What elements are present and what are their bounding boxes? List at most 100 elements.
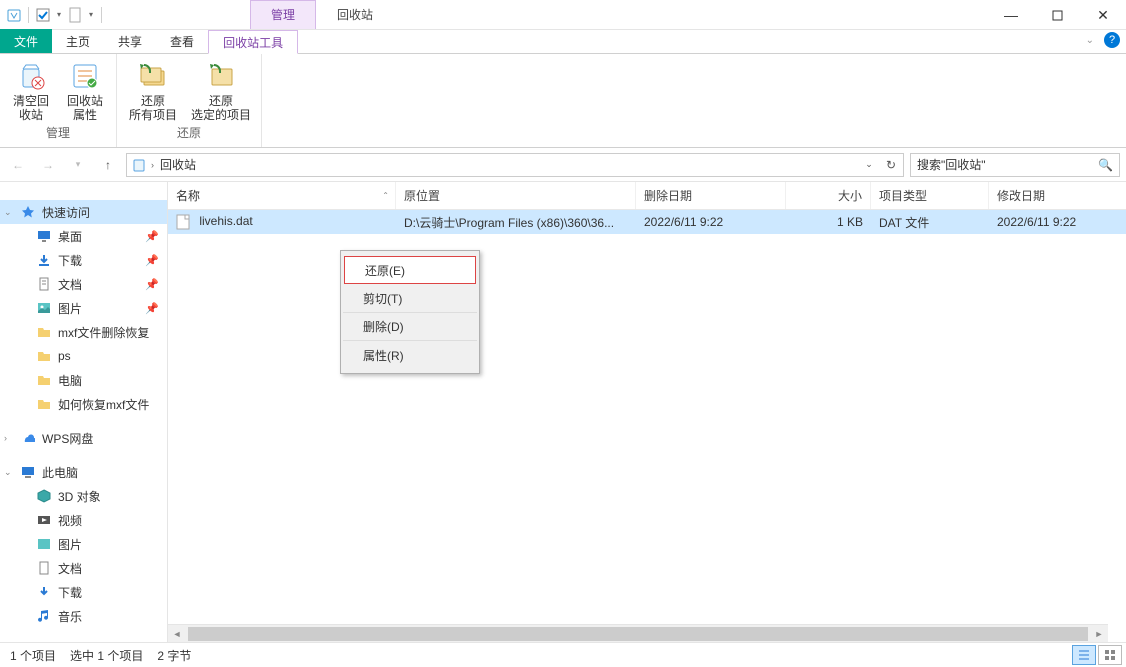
sidebar-item-downloads[interactable]: 下载📌 [0,248,167,272]
tab-recycle-tools[interactable]: 回收站工具 [208,30,298,54]
col-name[interactable]: 名称⌃ [168,182,396,209]
nav-forward-button[interactable]: → [36,153,60,177]
refresh-icon[interactable]: ↻ [881,155,901,175]
file-icon [176,214,192,230]
tab-file[interactable]: 文件 [0,29,52,53]
chevron-down-icon[interactable]: ⌄ [4,207,12,218]
address-root-icon[interactable]: › [131,157,154,173]
sidebar-item-folder[interactable]: ps [0,344,167,368]
sidebar-item-pictures[interactable]: 图片 [0,532,167,556]
chevron-right-icon[interactable]: › [151,160,154,170]
window-controls: — ✕ [988,0,1126,30]
scroll-thumb[interactable] [188,627,1088,641]
status-bar: 1 个项目 选中 1 个项目 2 字节 [0,642,1126,667]
sidebar-quick-access[interactable]: ⌄ 快速访问 [0,200,167,224]
sidebar-item-folder[interactable]: mxf文件删除恢复 [0,320,167,344]
restore-selected-button[interactable]: 还原选定的项目 [189,58,253,122]
sidebar-item-folder[interactable]: 电脑 [0,368,167,392]
sidebar-item-pictures[interactable]: 图片📌 [0,296,167,320]
nav-up-button[interactable]: ↑ [96,153,120,177]
sidebar-item-music[interactable]: 音乐 [0,604,167,628]
content-area: ⌄ 快速访问 桌面📌 下载📌 文档📌 图片📌 mxf文件删除恢复 ps 电脑 如… [0,182,1126,642]
star-icon [20,204,36,220]
sidebar-item-downloads[interactable]: 下载 [0,580,167,604]
cell-mod-date: 2022/6/11 9:22 [989,215,1126,229]
sidebar-item-3d[interactable]: 3D 对象 [0,484,167,508]
document-icon [36,560,52,576]
checkbox-checked-icon[interactable] [35,7,51,23]
sidebar-item-label: 视频 [58,512,82,529]
breadcrumb-segment[interactable]: 回收站 [160,156,196,173]
pin-icon[interactable]: 📌 [145,254,159,267]
tab-share[interactable]: 共享 [104,29,156,53]
chevron-down-icon[interactable]: ⌄ [4,467,12,478]
pin-icon[interactable]: 📌 [145,230,159,243]
folder-icon [36,348,52,364]
contextual-tab-manage[interactable]: 管理 [250,0,316,29]
sidebar-item-label: 文档 [58,276,82,293]
search-icon[interactable]: 🔍 [1098,158,1113,172]
sidebar-item-label: mxf文件删除恢复 [58,324,149,341]
qat-customize-icon[interactable]: ▾ [87,10,95,19]
close-button[interactable]: ✕ [1080,0,1126,30]
sidebar-item-label: 快速访问 [42,204,90,221]
col-size[interactable]: 大小 [786,182,871,209]
search-input[interactable]: 搜索"回收站" 🔍 [910,153,1120,177]
context-menu: 还原(E) 剪切(T) 删除(D) 属性(R) [340,250,480,374]
pin-icon[interactable]: 📌 [145,302,159,315]
cell-del-date: 2022/6/11 9:22 [636,215,786,229]
tab-view[interactable]: 查看 [156,29,208,53]
sidebar-item-label: WPS网盘 [42,430,93,447]
ctx-restore[interactable]: 还原(E) [344,256,476,284]
desktop-icon [36,228,52,244]
sidebar-item-label: 下载 [58,584,82,601]
file-row[interactable]: livehis.dat D:\云骑士\Program Files (x86)\3… [168,210,1126,234]
sidebar-item-videos[interactable]: 视频 [0,508,167,532]
col-modified-date[interactable]: 修改日期 [989,182,1126,209]
recycle-bin-icon [6,7,22,23]
view-large-icons-button[interactable] [1098,645,1122,665]
address-dropdown-icon[interactable]: ⌄ [859,155,879,175]
new-doc-icon[interactable] [67,7,83,23]
button-label: 回收站属性 [67,94,103,122]
nav-back-button[interactable]: ← [6,153,30,177]
tab-home[interactable]: 主页 [52,29,104,53]
col-original-location[interactable]: 原位置 [396,182,636,209]
sidebar-wps[interactable]: › WPS网盘 [0,426,167,450]
sidebar-item-label: 3D 对象 [58,488,101,505]
collapse-ribbon-icon[interactable]: ⌄ [1086,35,1094,46]
sidebar-item-documents[interactable]: 文档 📌 [0,272,167,296]
address-box[interactable]: › 回收站 ⌄ ↻ [126,153,904,177]
horizontal-scrollbar[interactable]: ◄ ► [168,624,1108,642]
ctx-properties[interactable]: 属性(R) [343,341,477,369]
restore-all-button[interactable]: 还原所有项目 [125,58,181,122]
maximize-button[interactable] [1034,0,1080,30]
qat-dropdown-icon[interactable]: ▾ [55,10,63,19]
nav-recent-dropdown[interactable]: ▾ [66,153,90,177]
sidebar-item-desktop[interactable]: 桌面📌 [0,224,167,248]
pin-icon[interactable]: 📌 [145,278,159,291]
search-placeholder: 搜索"回收站" [917,156,986,173]
sidebar-item-documents[interactable]: 文档 [0,556,167,580]
download-icon [36,252,52,268]
scroll-right-icon[interactable]: ► [1090,625,1108,643]
sidebar-this-pc[interactable]: ⌄此电脑 [0,460,167,484]
sidebar-item-folder[interactable]: 如何恢复mxf文件 [0,392,167,416]
3d-objects-icon [36,488,52,504]
help-icon[interactable]: ? [1104,32,1120,48]
col-type[interactable]: 项目类型 [871,182,989,209]
chevron-right-icon[interactable]: › [4,433,7,443]
scroll-left-icon[interactable]: ◄ [168,625,186,643]
view-details-button[interactable] [1072,645,1096,665]
minimize-button[interactable]: — [988,0,1034,30]
music-icon [36,608,52,624]
cloud-icon [20,430,36,446]
ctx-cut[interactable]: 剪切(T) [343,285,477,313]
empty-recycle-button[interactable]: 清空回收站 [8,58,54,122]
cell-name: livehis.dat [168,214,396,230]
col-delete-date[interactable]: 删除日期 [636,182,786,209]
properties-button[interactable]: 回收站属性 [62,58,108,122]
ctx-delete[interactable]: 删除(D) [343,313,477,341]
properties-icon [69,60,101,92]
restore-selected-icon [205,60,237,92]
